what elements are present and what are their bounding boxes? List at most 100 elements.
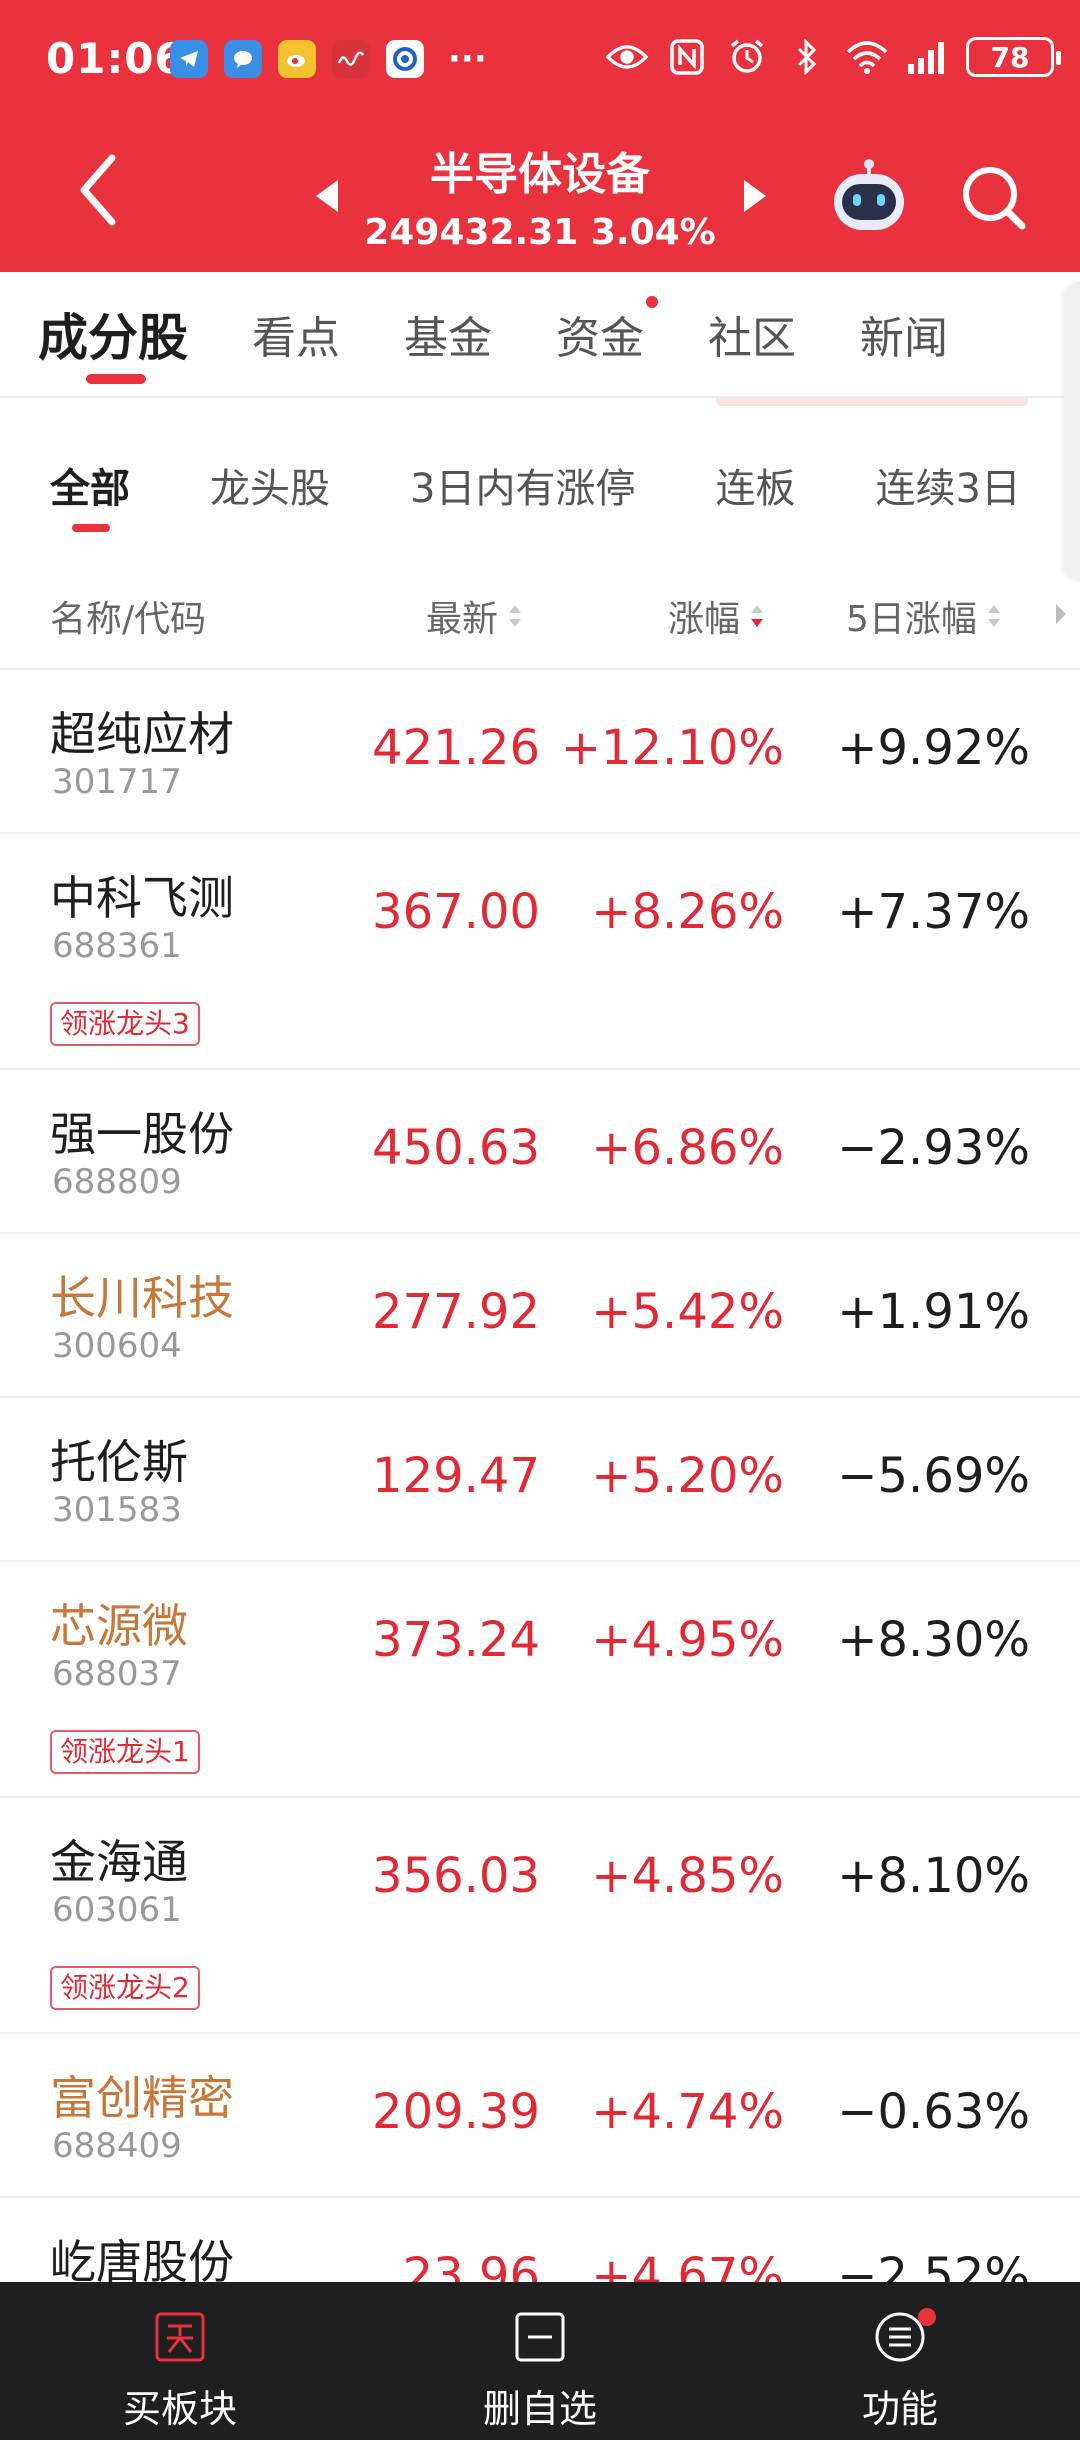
column-change[interactable]: 涨幅 — [668, 590, 766, 642]
stock-name: 中科飞测 — [50, 871, 234, 925]
stock-latest-price: 356.03 — [372, 1848, 540, 1904]
system-icons: 78 — [606, 36, 1061, 78]
table-header: 名称/代码 最新 涨幅 5日涨幅 — [0, 560, 1080, 670]
stock-change-5d: +8.30% — [837, 1612, 1030, 1668]
leader-badge[interactable]: 领涨龙头3 — [50, 1002, 200, 1046]
filter-leaders[interactable]: 龙头股 — [210, 456, 330, 514]
clock: 01:06 — [46, 34, 185, 83]
robot-assistant-icon[interactable] — [828, 158, 910, 234]
battery-indicator: 78 — [966, 37, 1061, 77]
column-change-5d[interactable]: 5日涨幅 — [846, 590, 1003, 642]
filter-consecutive-limit[interactable]: 连板 — [715, 456, 795, 514]
sector-index-change: 3.04% — [590, 212, 716, 253]
stock-code: 301717 — [52, 762, 182, 802]
notification-dot — [918, 2308, 936, 2326]
stock-change: +4.95% — [591, 1612, 784, 1668]
filter-all[interactable]: 全部 — [50, 456, 130, 532]
stock-change-5d: −5.69% — [837, 1448, 1030, 1504]
stock-latest-price: 450.63 — [372, 1120, 540, 1176]
weibo-icon — [278, 40, 316, 78]
sector-title-block: 半导体设备 249432.31 3.04% — [340, 138, 740, 253]
stock-change: +6.86% — [591, 1120, 784, 1176]
more-notifications-icon: ··· — [448, 39, 487, 79]
tab-funds[interactable]: 基金 — [404, 302, 492, 366]
stock-code: 301583 — [52, 1490, 182, 1530]
stock-change: +5.20% — [591, 1448, 784, 1504]
sort-icon — [987, 605, 1000, 627]
tab-constituents[interactable]: 成分股 — [38, 298, 188, 384]
red-app-icon — [332, 40, 370, 78]
search-icon[interactable] — [958, 162, 1028, 232]
table-row[interactable]: 长川科技 300604 277.92 +5.42% +1.91% — [0, 1236, 1080, 1398]
stock-latest-price: 367.00 — [372, 884, 540, 940]
notification-icons: ··· — [170, 40, 487, 78]
next-sector-icon[interactable] — [740, 178, 770, 214]
sector-quote: 249432.31 3.04% — [340, 212, 740, 253]
leader-badge[interactable]: 领涨龙头1 — [50, 1730, 200, 1774]
table-row[interactable]: 芯源微 688037 373.24 +4.95% +8.30% 领涨龙头1 — [0, 1564, 1080, 1798]
stock-name: 长川科技 — [50, 1271, 234, 1325]
stock-change: +12.10% — [560, 720, 784, 776]
table-row[interactable]: 强一股份 688809 450.63 +6.86% −2.93% — [0, 1072, 1080, 1234]
filter-limit-up-3d[interactable]: 3日内有涨停 — [410, 456, 635, 514]
tab-shadow-strip — [716, 398, 1028, 406]
header-bar: 01:06 ··· 78 半导体设备 249432.31 3.04% — [0, 0, 1080, 272]
table-row[interactable]: 超纯应材 301717 421.26 +12.10% +9.92% — [0, 672, 1080, 834]
tab-capital-label: 资金 — [556, 313, 644, 364]
stock-code: 300604 — [52, 1326, 182, 1366]
tab-capital[interactable]: 资金 — [556, 296, 658, 366]
leader-badge[interactable]: 领涨龙头2 — [50, 1966, 200, 2010]
previous-sector-icon[interactable] — [312, 178, 342, 214]
stock-latest-price: 421.26 — [372, 720, 540, 776]
stock-change-5d: −0.63% — [837, 2084, 1030, 2140]
buy-icon — [155, 2312, 205, 2362]
tab-news[interactable]: 新闻 — [860, 302, 948, 366]
column-latest-label: 最新 — [426, 599, 499, 640]
stock-latest-price: 209.39 — [372, 2084, 540, 2140]
stock-name: 富创精密 — [50, 2071, 234, 2125]
stock-name: 金海通 — [50, 1835, 188, 1889]
stock-change: +4.74% — [591, 2084, 784, 2140]
filter-consecutive-3d[interactable]: 连续3日 — [875, 456, 1020, 514]
table-row[interactable]: 富创精密 688409 209.39 +4.74% −0.63% — [0, 2036, 1080, 2198]
sort-icon — [509, 605, 522, 627]
table-row[interactable]: 中科飞测 688361 367.00 +8.26% +7.37% 领涨龙头3 — [0, 836, 1080, 1070]
stock-name: 超纯应材 — [50, 707, 234, 761]
remove-watchlist-label: 删自选 — [482, 2387, 597, 2431]
wifi-icon — [846, 36, 888, 78]
table-row[interactable]: 金海通 603061 356.03 +4.85% +8.10% 领涨龙头2 — [0, 1800, 1080, 2034]
column-change-label: 涨幅 — [668, 599, 741, 640]
nfc-icon — [666, 36, 708, 78]
notification-dot — [646, 296, 658, 308]
stock-name: 强一股份 — [50, 1107, 234, 1161]
stock-change-5d: +7.37% — [837, 884, 1030, 940]
stock-change: +8.26% — [591, 884, 784, 940]
stock-change-5d: +9.92% — [837, 720, 1030, 776]
back-arrow-icon[interactable] — [70, 150, 130, 230]
telegram-icon — [170, 40, 208, 78]
stock-code: 688361 — [52, 926, 182, 966]
buy-sector-button[interactable]: 买板块 — [80, 2310, 280, 2433]
more-columns-arrow-icon[interactable] — [1054, 602, 1068, 626]
sort-descending-icon — [751, 605, 764, 627]
tab-highlights[interactable]: 看点 — [252, 302, 340, 366]
status-bar: 01:06 ··· 78 — [0, 0, 1080, 120]
bluetooth-icon — [786, 36, 828, 78]
remove-watchlist-button[interactable]: 删自选 — [440, 2310, 640, 2433]
stock-code: 688037 — [52, 1654, 182, 1694]
message-icon — [224, 40, 262, 78]
tab-community[interactable]: 社区 — [708, 302, 796, 366]
stock-change-5d: +8.10% — [837, 1848, 1030, 1904]
buy-sector-label: 买板块 — [122, 2387, 237, 2431]
stock-change-5d: +1.91% — [837, 1284, 1030, 1340]
bottom-action-bar: 买板块 删自选 功能 — [0, 2282, 1080, 2440]
stock-code: 688409 — [52, 2126, 182, 2166]
sector-index-value: 249432.31 — [364, 212, 579, 253]
functions-button[interactable]: 功能 — [800, 2308, 1000, 2433]
table-row[interactable]: 托伦斯 301583 129.47 +5.20% −5.69% — [0, 1400, 1080, 1562]
filter-tab-bar: 全部 龙头股 3日内有涨停 连板 连续3日 — [0, 420, 1080, 550]
stock-code: 603061 — [52, 1890, 182, 1930]
column-latest[interactable]: 最新 — [426, 590, 524, 642]
signal-icon — [906, 36, 948, 78]
main-tab-bar: 成分股 看点 基金 资金 社区 新闻 — [0, 272, 1080, 398]
